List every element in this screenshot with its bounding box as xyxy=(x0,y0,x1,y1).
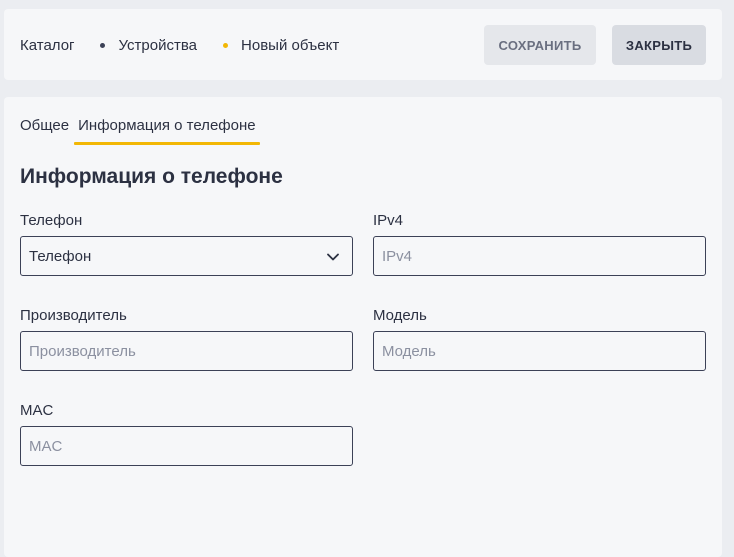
breadcrumb-item-current: Новый объект xyxy=(241,36,340,54)
model-label: Модель xyxy=(373,307,427,324)
save-button[interactable]: СОХРАНИТЬ xyxy=(484,25,596,65)
phone-field: Телефон Телефон xyxy=(20,212,353,276)
chevron-down-icon xyxy=(327,253,339,261)
mac-label: MAC xyxy=(20,402,54,419)
breadcrumb-separator xyxy=(99,42,105,48)
section-title: Информация о телефоне xyxy=(20,165,283,188)
mac-field: MAC xyxy=(20,402,353,466)
phone-select[interactable]: Телефон xyxy=(20,236,353,276)
breadcrumb: Каталог Устройства Новый объект xyxy=(20,36,339,54)
manufacturer-field: Производитель xyxy=(20,307,353,371)
phone-select-value: Телефон xyxy=(29,247,92,265)
model-field: Модель xyxy=(373,307,706,371)
tab-phone-info[interactable]: Информация о телефоне xyxy=(74,117,261,145)
form-panel: Общее Информация о телефоне Информация о… xyxy=(4,97,722,557)
ipv4-field: IPv4 xyxy=(373,212,706,276)
mac-input[interactable] xyxy=(20,426,353,466)
phone-label: Телефон xyxy=(20,212,83,229)
top-bar: Каталог Устройства Новый объект СОХРАНИТ… xyxy=(4,9,722,80)
model-input[interactable] xyxy=(373,331,706,371)
breadcrumb-item-devices[interactable]: Устройства xyxy=(119,37,197,54)
tab-general[interactable]: Общее xyxy=(20,117,69,145)
close-button[interactable]: ЗАКРЫТЬ xyxy=(612,25,706,65)
manufacturer-input[interactable] xyxy=(20,331,353,371)
manufacturer-label: Производитель xyxy=(20,307,127,324)
ipv4-input[interactable] xyxy=(373,236,706,276)
breadcrumb-separator-current xyxy=(223,42,229,48)
breadcrumb-item-catalog[interactable]: Каталог xyxy=(20,37,75,54)
ipv4-label: IPv4 xyxy=(373,212,404,229)
tab-bar: Общее Информация о телефоне xyxy=(20,117,261,145)
